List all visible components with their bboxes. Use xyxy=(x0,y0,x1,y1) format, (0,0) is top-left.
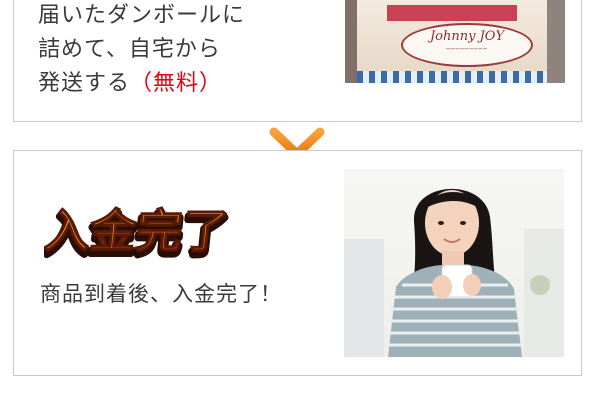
woman-with-cup-photo xyxy=(344,169,564,357)
shipping-line-2: 詰めて、自宅から xyxy=(38,37,221,62)
person-arm-left xyxy=(345,0,357,83)
free-note: （無料） xyxy=(130,71,223,96)
shirt-stripes xyxy=(357,71,547,83)
shipping-line-3: 発送する（無料） xyxy=(38,67,245,101)
box-label: Johnny JOY ───────── xyxy=(401,23,533,67)
shipping-line-3-text: 発送する xyxy=(38,71,131,96)
person-arm-right xyxy=(547,0,565,83)
payment-complete-title: 入金完了 入金完了 xyxy=(44,203,234,261)
cardboard-box-photo: Johnny JOY ───────── xyxy=(345,0,565,83)
box-label-subtext: ───────── xyxy=(446,46,488,53)
step-card-payment: 入金完了 入金完了 商品到着後、入金完了！ xyxy=(13,150,582,376)
box-label-title: Johnny JOY xyxy=(429,29,505,44)
step-card-shipping: 届いたダンボールに 詰めて、自宅から 発送する（無料） Johnny JOY ─… xyxy=(13,0,582,122)
shipping-line-1: 届いたダンボールに xyxy=(38,3,246,28)
box-tape xyxy=(387,5,517,21)
payment-description: 商品到着後、入金完了！ xyxy=(40,282,282,306)
payment-title-text: 入金完了 xyxy=(44,204,231,258)
shipping-instructions: 届いたダンボールに 詰めて、自宅から 発送する（無料） xyxy=(38,0,245,101)
